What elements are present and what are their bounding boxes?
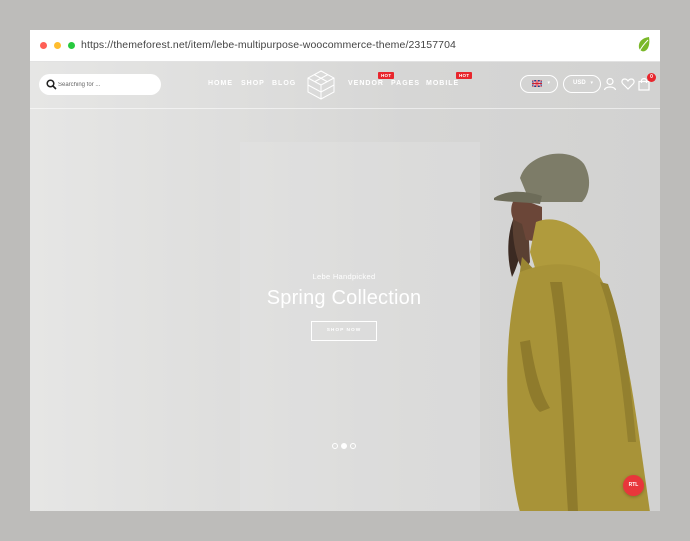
search-input[interactable] bbox=[58, 77, 154, 92]
heart-icon[interactable] bbox=[621, 77, 635, 91]
nav-item-blog[interactable]: Blog bbox=[272, 80, 296, 87]
hot-badge: HOT bbox=[456, 72, 473, 79]
flag-uk-icon bbox=[532, 80, 542, 87]
language-selector[interactable]: ▾ bbox=[520, 75, 558, 93]
search-box bbox=[39, 74, 161, 95]
nav-label-vendor: Vendor bbox=[348, 80, 384, 87]
hero-model-image bbox=[494, 153, 650, 511]
rtl-toggle-button[interactable]: RTL bbox=[623, 475, 644, 496]
slider-dot-3[interactable] bbox=[350, 443, 356, 449]
nav-item-home[interactable]: Home bbox=[208, 80, 233, 87]
website-page: Home Shop Blog Vendor HOT Pages Mobil bbox=[30, 62, 660, 511]
hero-subtitle: Lebe Handpicked bbox=[312, 272, 376, 281]
chevron-down-icon: ▾ bbox=[547, 80, 550, 86]
url-text[interactable]: https://themeforest.net/item/lebe-multip… bbox=[81, 39, 456, 51]
site-header: Home Shop Blog Vendor HOT Pages Mobil bbox=[30, 62, 660, 109]
maximize-window-button[interactable] bbox=[68, 42, 75, 49]
chevron-down-icon: ▾ bbox=[590, 80, 593, 86]
address-bar: https://themeforest.net/item/lebe-multip… bbox=[30, 30, 660, 62]
nav-item-mobile[interactable]: Mobile HOT bbox=[426, 72, 473, 87]
close-window-button[interactable] bbox=[40, 42, 47, 49]
nav-label-mobile: Mobile bbox=[426, 80, 460, 87]
nav-item-shop[interactable]: Shop bbox=[241, 80, 265, 87]
nav-item-pages[interactable]: Pages bbox=[391, 80, 420, 87]
slider-dot-1[interactable] bbox=[332, 443, 338, 449]
slider-dot-2[interactable] bbox=[341, 443, 347, 449]
hero-title: Spring Collection bbox=[266, 287, 422, 309]
currency-selector[interactable]: USD ▾ bbox=[563, 75, 601, 93]
search-icon[interactable] bbox=[46, 79, 57, 90]
leaf-icon[interactable] bbox=[636, 36, 652, 54]
shop-now-button[interactable]: SHOP NOW bbox=[311, 321, 377, 341]
slider-pagination bbox=[332, 443, 358, 449]
nav-item-vendor[interactable]: Vendor HOT bbox=[348, 72, 395, 87]
cart-count-badge: 0 bbox=[647, 73, 656, 82]
currency-label: USD bbox=[573, 80, 586, 86]
browser-window: https://themeforest.net/item/lebe-multip… bbox=[30, 30, 660, 511]
logo-icon[interactable] bbox=[307, 70, 335, 100]
user-icon[interactable] bbox=[603, 77, 617, 91]
minimize-window-button[interactable] bbox=[54, 42, 61, 49]
hot-badge: HOT bbox=[378, 72, 395, 79]
